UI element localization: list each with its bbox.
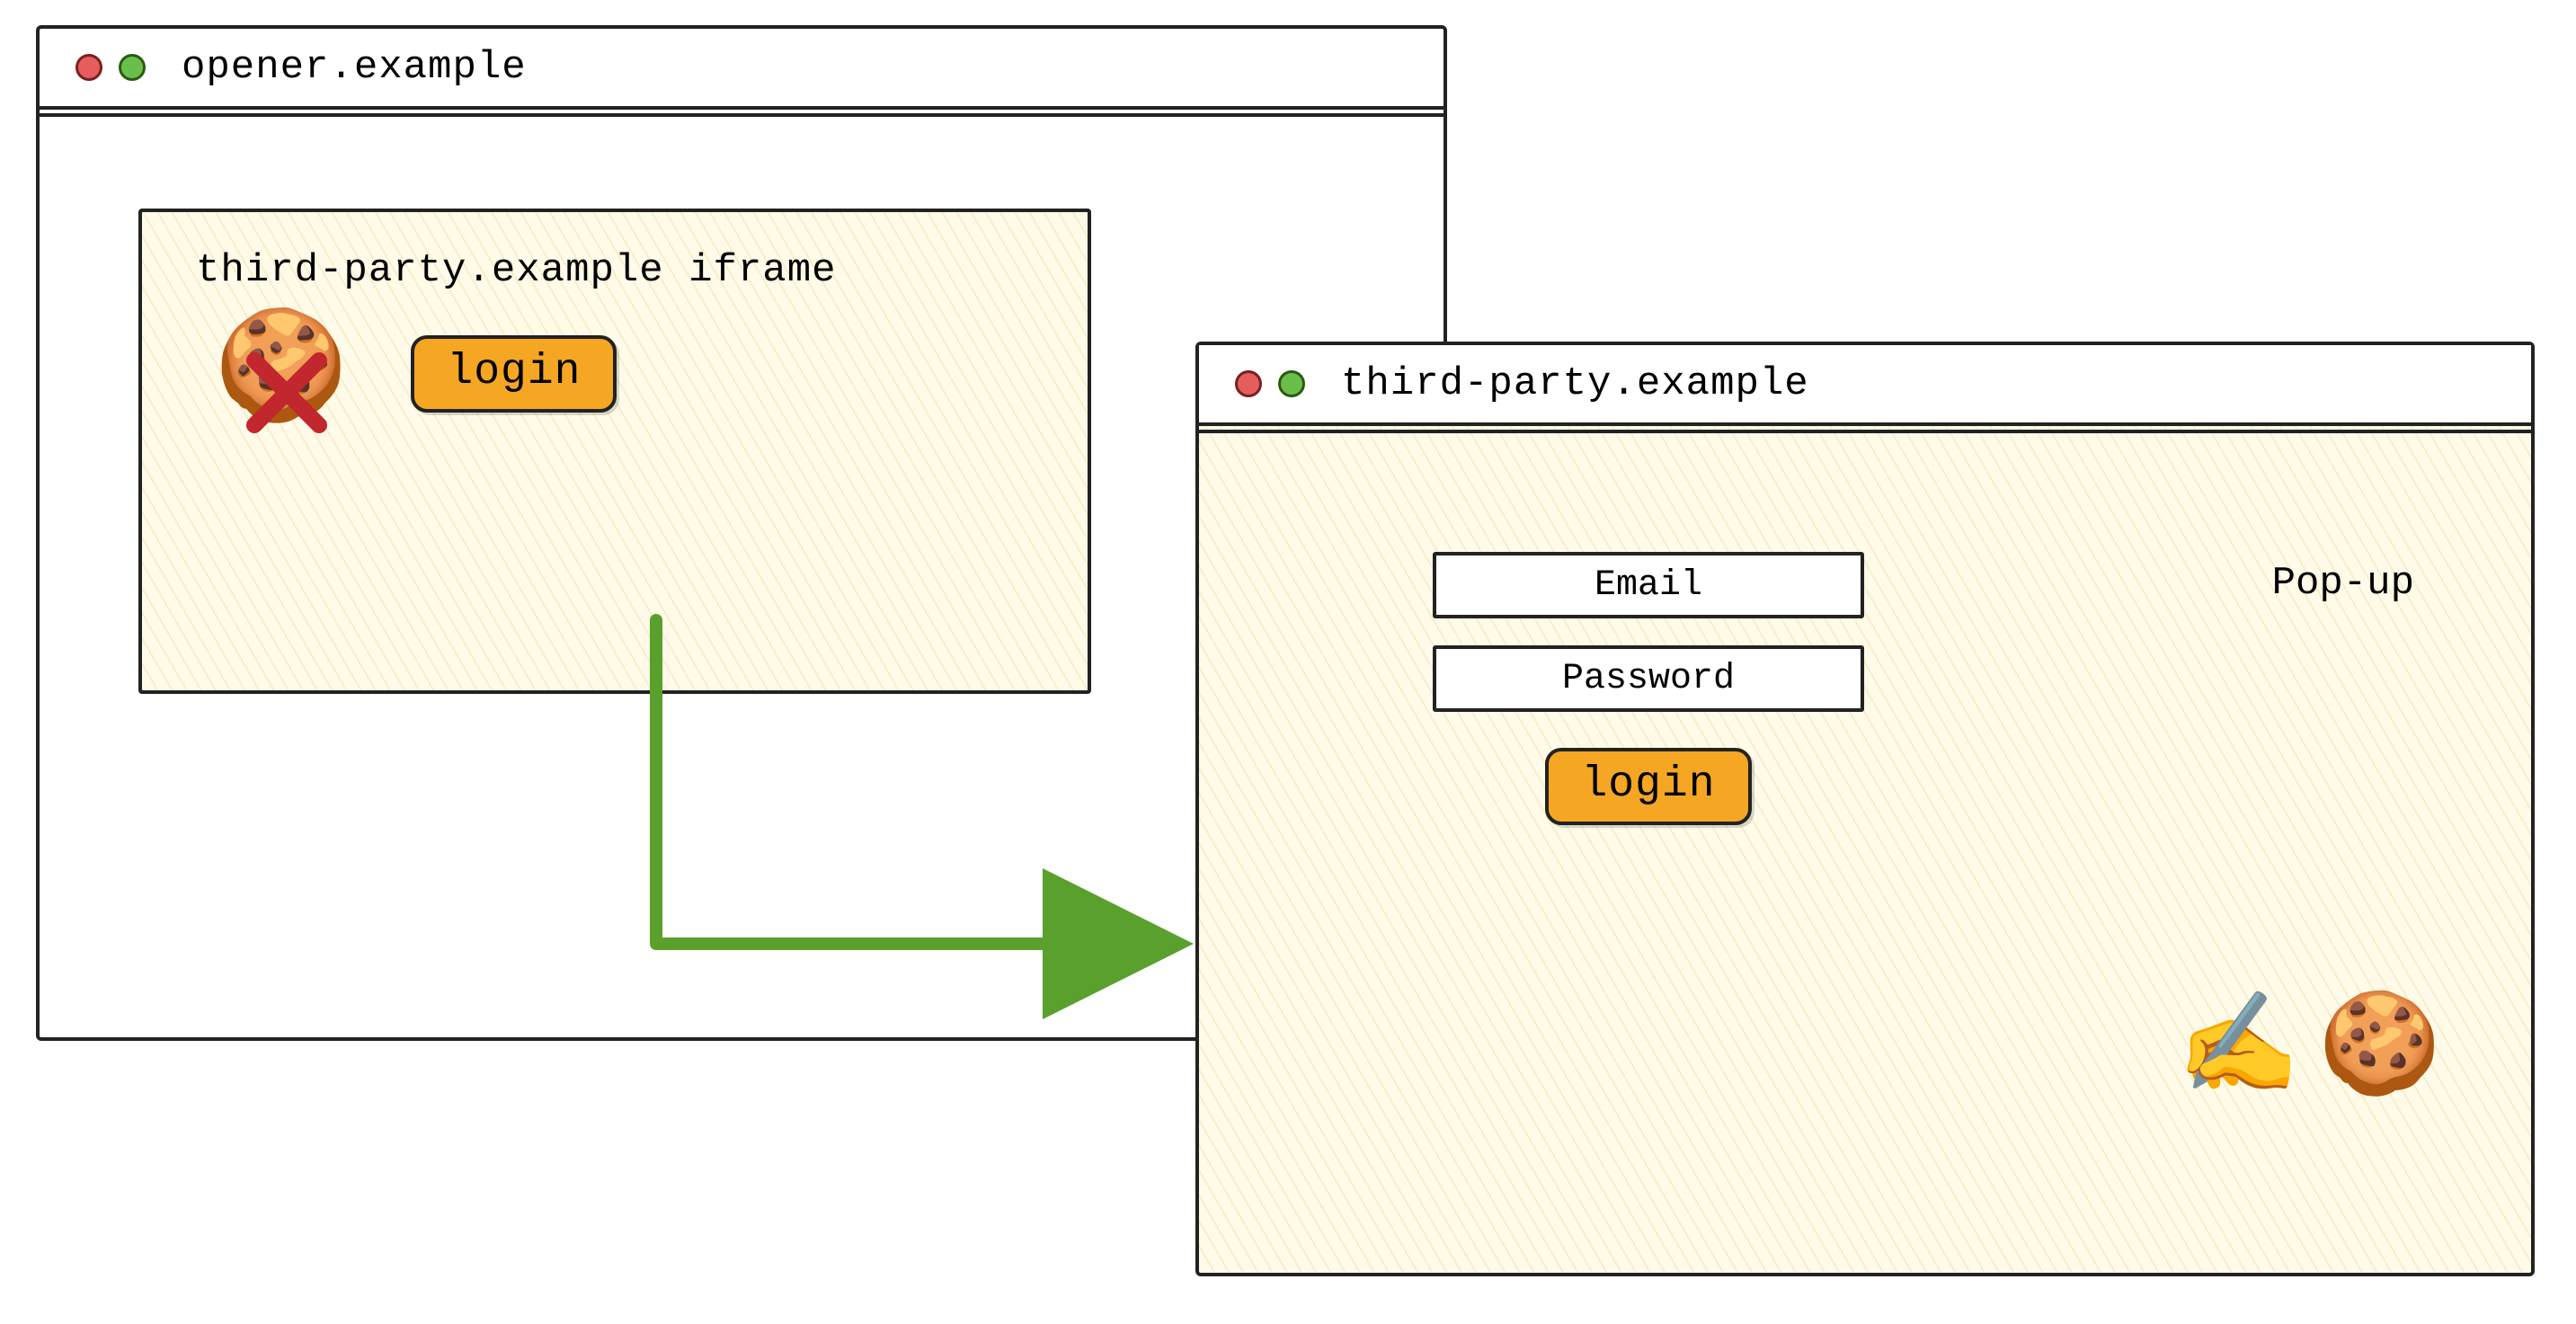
zoom-dot-icon[interactable] [119, 54, 146, 81]
popup-titlebar: third-party.example [1199, 345, 2531, 426]
cross-icon [246, 352, 327, 433]
email-field[interactable]: Email [1433, 552, 1864, 618]
popup-login-button[interactable]: login [1545, 748, 1751, 825]
writing-hand-icon: ✍️ [2177, 985, 2300, 1107]
iframe-label: third-party.example iframe [196, 248, 1043, 293]
popup-url: third-party.example [1341, 361, 1809, 406]
traffic-lights [1235, 370, 1305, 397]
close-dot-icon[interactable] [1235, 370, 1262, 397]
popup-window: third-party.example Email Password login… [1195, 342, 2535, 1276]
cookie-write-indicator: ✍️ 🍪 [2177, 985, 2441, 1107]
cookie-icon: 🍪 [2318, 985, 2441, 1107]
login-form: Email Password login [1415, 552, 1882, 825]
traffic-lights [76, 54, 146, 81]
iframe-login-button[interactable]: login [411, 335, 617, 413]
blocked-cookie: 🍪 [214, 320, 348, 428]
zoom-dot-icon[interactable] [1278, 370, 1305, 397]
opens-popup-arrow-icon [620, 611, 1204, 1016]
password-field[interactable]: Password [1433, 645, 1864, 712]
popup-label: Pop-up [2272, 561, 2414, 606]
opener-url: opener.example [182, 45, 527, 90]
opener-titlebar: opener.example [40, 29, 1443, 110]
close-dot-icon[interactable] [76, 54, 102, 81]
